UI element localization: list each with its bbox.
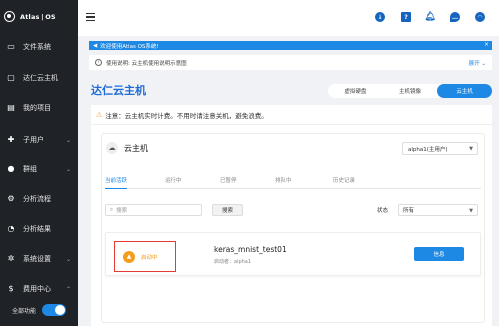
billing-icon: $ bbox=[8, 284, 14, 293]
page-title: 达仁云主机 bbox=[91, 84, 146, 97]
sidebar-item-groups[interactable]: ● 群组 ⌄ bbox=[0, 159, 78, 179]
download-icon[interactable]: ↓ bbox=[375, 12, 385, 22]
status-subtabs: 当前活跃 运行中 已暂停 排队中 历史记录 bbox=[105, 176, 481, 189]
cloud-icon: ☁ bbox=[106, 142, 118, 154]
tab-running[interactable]: 运行中 bbox=[165, 176, 182, 189]
sidebar-item-label: 群组 bbox=[23, 165, 37, 173]
instance-row: ▲ 启动中 keras_mnist_test01 启动者：alpha1 信息 bbox=[105, 232, 481, 276]
sidebar-item-analysis-flow[interactable]: ⚙ 分析流程 bbox=[0, 189, 78, 209]
chevron-up-icon: ⌃ bbox=[65, 285, 71, 293]
caret-down-icon: ▼ bbox=[469, 146, 473, 152]
status-filter-label: 状态 bbox=[377, 208, 389, 214]
sidebar-item-label: 我的项目 bbox=[23, 104, 51, 112]
caret-down-icon: ▼ bbox=[469, 208, 473, 214]
sidebar-item-label: 费用中心 bbox=[23, 285, 51, 293]
chevron-down-icon: ⌄ bbox=[65, 165, 71, 173]
usage-instructions-text: 使用说明: 云主机使用说明示意图 bbox=[106, 60, 187, 67]
speaker-icon: ◀ bbox=[93, 42, 98, 49]
user-avatar-icon[interactable]: ◠ bbox=[475, 12, 485, 22]
sidebar-item-label: 系统设置 bbox=[23, 255, 51, 263]
chat-icon[interactable]: … bbox=[450, 12, 460, 22]
sidebar: Atlas | OS ▭ 文件系统 ▢ 达仁云主机 ▤ 我的项目 ✚ 子用户 ⌄… bbox=[0, 0, 78, 326]
tab-virtual-disk[interactable]: 虚拟硬盘 bbox=[328, 84, 383, 98]
billing-notice: ⚠ 注意：云主机实时计费。不用时请注意关机，避免浪费。 bbox=[91, 105, 492, 125]
expand-link[interactable]: 展开 ⌄ bbox=[469, 59, 486, 67]
logo[interactable]: Atlas | OS bbox=[4, 11, 56, 22]
tab-host-image[interactable]: 主机镜像 bbox=[383, 84, 438, 98]
welcome-banner: ◀ 欢迎使用Atlas OS系统! × bbox=[89, 41, 492, 50]
sidebar-item-cloud-host[interactable]: ▢ 达仁云主机 bbox=[0, 68, 78, 88]
all-features-toggle[interactable] bbox=[42, 304, 67, 316]
help-icon[interactable]: ? bbox=[401, 12, 411, 22]
owner-select-value: alpha1(主用户) bbox=[408, 146, 448, 153]
sidebar-item-label: 分析流程 bbox=[23, 195, 51, 203]
atlas-logo-icon bbox=[4, 11, 15, 22]
tab-cloud-host[interactable]: 云主机 bbox=[437, 84, 493, 98]
sidebar-item-label: 子用户 bbox=[23, 136, 44, 144]
all-features-toggle-row: 全部功能 bbox=[12, 304, 67, 316]
search-input[interactable]: ⌕ 搜索 bbox=[105, 204, 202, 216]
gear-icon: ✲ bbox=[7, 254, 15, 263]
owner-select[interactable]: alpha1(主用户) ▼ bbox=[402, 142, 478, 155]
pie-chart-icon: ◔ bbox=[7, 224, 15, 233]
bell-icon[interactable]: 🔔︎ bbox=[424, 12, 435, 22]
info-icon: i bbox=[95, 59, 102, 66]
notice-text: 注意：云主机实时计费。不用时请注意关机，避免浪费。 bbox=[105, 111, 268, 120]
group-icon: ● bbox=[7, 164, 15, 173]
main-card: ⚠ 注意：云主机实时计费。不用时请注意关机，避免浪费。 ☁ 云主机 alpha1… bbox=[91, 105, 492, 326]
rocket-icon: ▲ bbox=[123, 250, 135, 263]
sidebar-item-analysis-results[interactable]: ◔ 分析结果 bbox=[0, 219, 78, 239]
sidebar-item-label: 文件系统 bbox=[23, 43, 51, 51]
section-header: ☁ 云主机 bbox=[106, 142, 148, 154]
info-button[interactable]: 信息 bbox=[414, 247, 464, 261]
all-features-label: 全部功能 bbox=[12, 307, 37, 315]
user-add-icon: ✚ bbox=[7, 135, 15, 144]
instance-status: ▲ 启动中 bbox=[114, 241, 176, 272]
folder-icon: ▭ bbox=[7, 42, 15, 51]
status-filter-select[interactable]: 所有 ▼ bbox=[398, 204, 478, 216]
warning-icon: ⚠ bbox=[96, 110, 103, 119]
search-placeholder: 搜索 bbox=[116, 208, 128, 214]
sidebar-item-system-settings[interactable]: ✲ 系统设置 ⌄ bbox=[0, 249, 78, 269]
monitor-icon: ▢ bbox=[7, 73, 15, 82]
logo-text: Atlas | OS bbox=[20, 12, 56, 21]
menu-icon[interactable] bbox=[86, 13, 95, 21]
search-button[interactable]: 搜索 bbox=[212, 204, 243, 216]
status-filter-value: 所有 bbox=[403, 208, 415, 214]
instance-starter: 启动者：alpha1 bbox=[214, 259, 252, 265]
usage-instructions-bar: i 使用说明: 云主机使用说明示意图 展开 ⌄ bbox=[89, 55, 492, 70]
tab-current-active[interactable]: 当前活跃 bbox=[105, 176, 128, 189]
sidebar-item-billing[interactable]: $ 费用中心 ⌃ bbox=[0, 279, 78, 299]
instance-name: keras_mnist_test01 bbox=[214, 245, 287, 254]
search-icon: ⌕ bbox=[110, 206, 114, 213]
sidebar-item-sub-users[interactable]: ✚ 子用户 ⌄ bbox=[0, 130, 78, 150]
chevron-down-icon: ⌄ bbox=[65, 255, 71, 263]
top-bar: ↓ ? 🔔︎ … ◠ bbox=[78, 0, 499, 36]
section-title: 云主机 bbox=[124, 143, 148, 153]
expand-label: 展开 bbox=[468, 61, 480, 67]
sidebar-item-file-system[interactable]: ▭ 文件系统 bbox=[0, 37, 78, 57]
tab-queued[interactable]: 排队中 bbox=[275, 176, 292, 189]
chevron-down-icon: ⌄ bbox=[65, 136, 71, 144]
view-tabs: 虚拟硬盘 主机镜像 云主机 bbox=[328, 84, 493, 98]
tab-paused[interactable]: 已暂停 bbox=[220, 176, 237, 189]
sidebar-item-my-projects[interactable]: ▤ 我的项目 bbox=[0, 98, 78, 118]
instance-status-text: 启动中 bbox=[141, 254, 158, 261]
flow-icon: ⚙ bbox=[7, 194, 15, 203]
cloud-host-panel: ☁ 云主机 alpha1(主用户) ▼ 当前活跃 运行中 已暂停 排队中 历史记… bbox=[101, 133, 485, 323]
sidebar-item-label: 达仁云主机 bbox=[23, 74, 58, 82]
close-icon[interactable]: × bbox=[484, 41, 489, 48]
book-icon: ▤ bbox=[7, 103, 15, 112]
banner-text: 欢迎使用Atlas OS系统! bbox=[100, 43, 159, 50]
tab-history[interactable]: 历史记录 bbox=[333, 176, 355, 189]
sidebar-item-label: 分析结果 bbox=[23, 225, 51, 233]
